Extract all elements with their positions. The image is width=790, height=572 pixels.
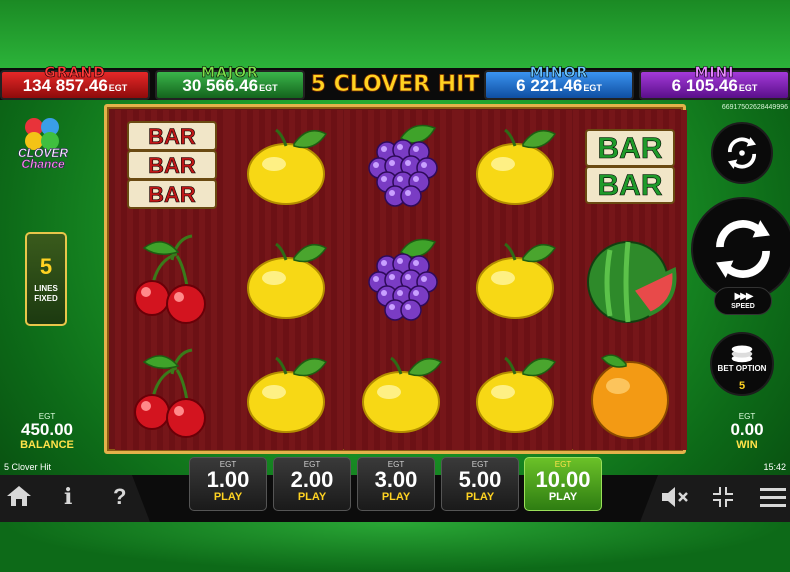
reel-3 [344,110,458,450]
bet-button-3[interactable]: EGT 3.00 PLAY [357,457,435,511]
lemon-symbol [236,344,336,444]
speed-label: SPEED [731,303,755,310]
lemon-symbol [465,116,565,216]
cherry-symbol [122,230,222,330]
bet-play-label: PLAY [548,491,578,503]
bet-play-label: PLAY [297,491,327,503]
reel-5: BAR BAR [573,110,687,450]
lemon-symbol [351,344,451,444]
win-value: 0.00 [730,420,764,439]
fast-forward-icon: ▶▶▶ [734,291,753,302]
bet-amount: 10.00 [535,467,591,492]
bet-play-label: PLAY [465,491,495,503]
bet-button-5[interactable]: EGT 10.00 PLAY [524,457,602,511]
svg-text:BAR: BAR [148,182,196,207]
bet-amount: 3.00 [374,467,418,492]
balance-display: EGT 450.00 BALANCE [10,412,84,451]
svg-text:BAR: BAR [148,153,196,178]
watermelon-symbol [580,230,680,330]
bet-amount: 5.00 [458,467,502,492]
autoplay-button[interactable] [711,122,773,184]
bet-option-button[interactable]: BET OPTION 5 [710,332,774,396]
jackpot-value: 134 857.46EGT [22,76,128,95]
lemon-symbol [236,116,336,216]
bet-option-value: 5 [738,380,746,392]
info-button[interactable]: i [64,484,72,510]
spin-icon [716,220,770,278]
lemon-symbol [465,344,565,444]
jackpot-value: 30 566.46EGT [182,76,278,95]
clover-chance-logo: CLOVER Chance [17,146,69,171]
bar-triple-symbol: BAR BAR BAR [122,116,222,216]
jackpot-value: 6 221.46EGT [516,76,602,95]
coins-icon [731,345,753,363]
lines-count: 5 [39,254,53,279]
win-label: WIN [736,439,758,451]
grape-symbol [351,116,451,216]
speed-button[interactable]: ▶▶▶ SPEED [714,287,772,315]
svg-text:BAR: BAR [598,169,663,202]
bet-amount: 2.00 [290,467,334,492]
bet-button-4[interactable]: EGT 5.00 PLAY [441,457,519,511]
autoplay-icon [727,137,757,169]
bet-button-2[interactable]: EGT 2.00 PLAY [273,457,351,511]
bet-amount: 1.00 [206,467,250,492]
lemon-symbol [236,230,336,330]
clock: 15:42 [763,462,786,472]
bar-double-symbol: BAR BAR [580,116,680,216]
win-display: EGT 0.00 WIN [716,412,778,451]
mute-icon[interactable] [660,486,690,508]
grape-symbol [351,230,451,330]
lines-label: LINES FIXED [34,284,58,303]
jackpot-major: MAJOR 30 566.46EGT [155,65,305,100]
reels-area[interactable]: BAR BAR BAR BAR BAR [104,104,687,454]
game-title: 5 CLOVER HIT [310,72,480,98]
orange-symbol [580,344,680,444]
menu-icon[interactable] [760,486,786,508]
svg-text:BAR: BAR [598,132,663,165]
bet-option-label: BET OPTION [717,364,767,373]
home-icon[interactable] [6,484,32,508]
reel-1: BAR BAR BAR [115,110,229,450]
bet-button-1[interactable]: EGT 1.00 PLAY [189,457,267,511]
help-button[interactable]: ? [113,484,126,510]
jackpot-value: 6 105.46EGT [671,76,758,95]
bet-play-label: PLAY [381,491,411,503]
svg-text:BAR: BAR [148,124,196,149]
spin-button[interactable] [691,197,790,301]
exit-fullscreen-icon[interactable] [711,486,735,508]
cherry-symbol [122,344,222,444]
bet-play-label: PLAY [213,491,243,503]
lines-indicator: 5 LINES FIXED [25,232,67,326]
game-name-label: 5 Clover Hit [4,462,52,472]
top-background [0,0,790,70]
balance-value: 450.00 [21,420,73,439]
bottom-background [0,522,790,572]
reel-2 [229,110,343,450]
jackpot-grand: GRAND 134 857.46EGT [0,65,150,100]
lemon-symbol [465,230,565,330]
jackpot-mini: MINI 6 105.46EGT [639,65,790,100]
jackpot-minor: MINOR 6 221.46EGT [484,65,634,100]
reel-4 [458,110,572,450]
session-id: 66917502628449996 [721,104,788,111]
balance-label: BALANCE [20,439,74,451]
